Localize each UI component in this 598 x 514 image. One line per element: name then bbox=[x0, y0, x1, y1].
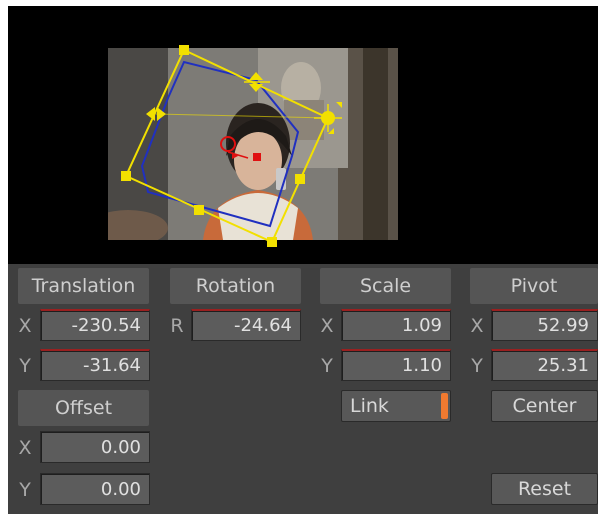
pivot-handle[interactable] bbox=[314, 102, 342, 134]
scale-y-label: Y bbox=[321, 355, 333, 377]
offset-header: Offset bbox=[18, 390, 149, 426]
transform-overlay bbox=[121, 45, 342, 247]
offset-x-label: X bbox=[18, 437, 32, 459]
link-label: Link bbox=[350, 395, 389, 417]
scale-x-field[interactable]: 1.09 bbox=[341, 309, 451, 341]
reset-button[interactable]: Reset bbox=[491, 473, 598, 505]
pivot-header: Pivot bbox=[470, 268, 598, 304]
pivot-x-label: X bbox=[470, 315, 484, 337]
translation-x-label: X bbox=[18, 315, 32, 337]
offset-y-field[interactable]: 0.00 bbox=[40, 473, 150, 505]
corner-handle-bl[interactable] bbox=[121, 171, 131, 181]
translation-header: Translation bbox=[18, 268, 149, 304]
link-scale-toggle[interactable]: Link bbox=[341, 390, 451, 422]
corner-handle-br[interactable] bbox=[267, 237, 277, 247]
center-button[interactable]: Center bbox=[491, 390, 598, 422]
offset-x-field[interactable]: 0.00 bbox=[40, 431, 150, 463]
translation-y-label: Y bbox=[19, 355, 31, 377]
pivot-x-field[interactable]: 52.99 bbox=[491, 309, 598, 341]
scale-header: Scale bbox=[320, 268, 451, 304]
tracker-marker[interactable] bbox=[220, 136, 261, 161]
offset-y-label: Y bbox=[19, 479, 31, 501]
link-active-indicator bbox=[441, 393, 448, 419]
translation-y-field[interactable]: -31.64 bbox=[40, 349, 150, 381]
viewer-viewport[interactable] bbox=[8, 6, 598, 264]
rotation-header: Rotation bbox=[170, 268, 301, 304]
edge-handle-bottom[interactable] bbox=[194, 205, 204, 215]
pivot-y-label: Y bbox=[471, 355, 483, 377]
scale-y-field[interactable]: 1.10 bbox=[341, 349, 451, 381]
transform-panel: Translation Rotation Scale Pivot X -230.… bbox=[8, 264, 598, 514]
rotation-field[interactable]: -24.64 bbox=[191, 309, 301, 341]
scale-x-label: X bbox=[320, 315, 334, 337]
corner-handle-tl[interactable] bbox=[179, 45, 189, 55]
translation-x-field[interactable]: -230.54 bbox=[40, 309, 150, 341]
pivot-y-field[interactable]: 25.31 bbox=[491, 349, 598, 381]
rotation-r-label: R bbox=[170, 315, 184, 337]
edge-handle-right[interactable] bbox=[295, 174, 305, 184]
